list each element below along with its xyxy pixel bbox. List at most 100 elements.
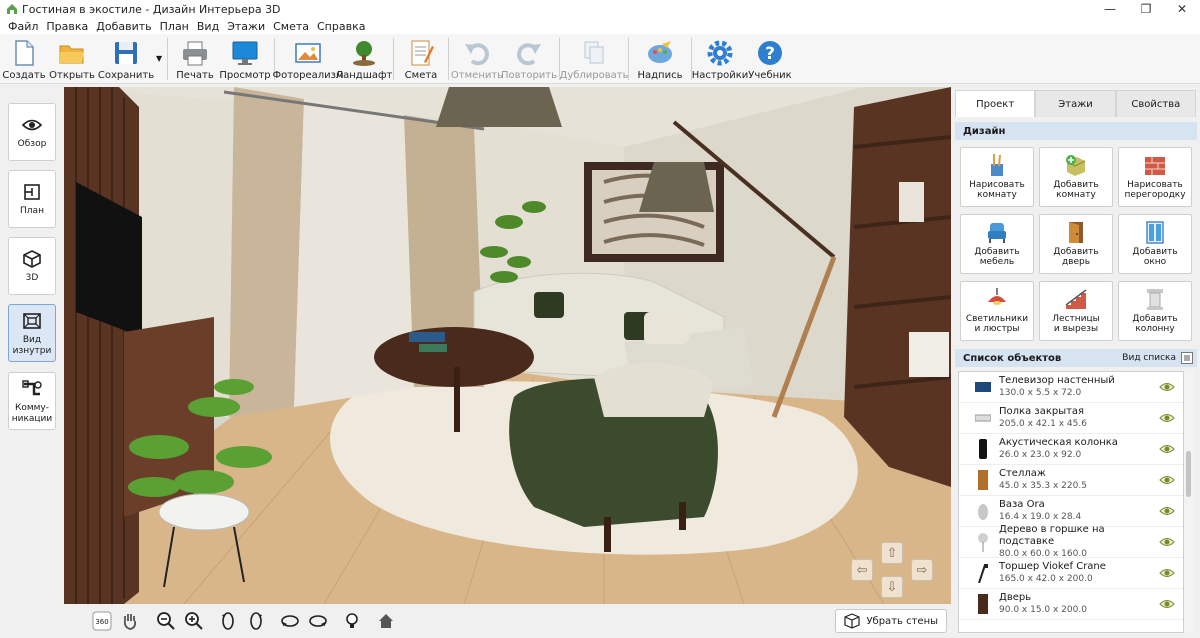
menu-bar: Файл Правка Добавить План Вид Этажи Смет… bbox=[0, 18, 1200, 34]
add-window-button[interactable]: Добавить окно bbox=[1118, 214, 1192, 274]
estimate-button[interactable]: Смета bbox=[397, 34, 445, 84]
object-list[interactable]: Телевизор настенный 130.0 x 5.5 x 72.0 По… bbox=[958, 371, 1184, 633]
stairs-icon bbox=[1065, 289, 1087, 309]
plan-button[interactable]: План bbox=[8, 170, 56, 228]
menu-edit[interactable]: Правка bbox=[42, 20, 92, 33]
visibility-eye-icon[interactable] bbox=[1159, 412, 1175, 424]
nav-right-icon[interactable]: ⇨ bbox=[911, 559, 933, 581]
object-list-scrollbar[interactable] bbox=[1184, 371, 1194, 633]
books bbox=[409, 332, 445, 342]
hand-icon bbox=[123, 614, 137, 630]
menu-file[interactable]: Файл bbox=[4, 20, 42, 33]
new-document-icon bbox=[15, 40, 34, 66]
books bbox=[419, 344, 447, 352]
window-icon bbox=[1146, 221, 1164, 244]
duplicate-button[interactable]: Дублировать bbox=[560, 34, 629, 84]
print-button[interactable]: Печать bbox=[171, 34, 219, 84]
menu-add[interactable]: Добавить bbox=[92, 20, 155, 33]
list-item[interactable]: Стеллаж 45.0 x 35.3 x 220.5 bbox=[959, 465, 1183, 496]
3d-viewport[interactable]: ⇧ ⇦ ⇨ ⇩ bbox=[64, 87, 951, 604]
3d-view-button[interactable]: 3D bbox=[8, 237, 56, 295]
shelf-books bbox=[909, 332, 949, 377]
rack-thumbnail-icon bbox=[975, 469, 991, 491]
visibility-eye-icon[interactable] bbox=[1159, 474, 1175, 486]
zoom-out-button[interactable] bbox=[154, 609, 178, 633]
tilt-down-button[interactable] bbox=[306, 609, 330, 633]
app-logo-icon bbox=[7, 4, 17, 14]
preview-button[interactable]: Просмотр bbox=[219, 34, 271, 84]
scrollbar-thumb[interactable] bbox=[1186, 451, 1191, 497]
draw-room-button[interactable]: Нарисовать комнату bbox=[960, 147, 1034, 207]
door-thumbnail-icon bbox=[975, 593, 991, 615]
zoom-in-button[interactable] bbox=[182, 609, 206, 633]
list-item[interactable]: Телевизор настенный 130.0 x 5.5 x 72.0 bbox=[959, 372, 1183, 403]
settings-button[interactable]: Настройки bbox=[692, 34, 748, 84]
title-bar: Гостиная в экостиле - Дизайн Интерьера 3… bbox=[0, 0, 1200, 18]
save-button[interactable]: Сохранить bbox=[96, 34, 156, 84]
visibility-eye-icon[interactable] bbox=[1159, 567, 1175, 579]
tutorial-button[interactable]: ? Учебник bbox=[745, 34, 795, 84]
home-view-button[interactable] bbox=[374, 609, 398, 633]
add-room-button[interactable]: Добавить комнату bbox=[1039, 147, 1113, 207]
list-item[interactable]: Полка закрытая 205.0 x 42.1 x 45.6 bbox=[959, 403, 1183, 434]
redo-button[interactable]: Повторить bbox=[501, 34, 557, 84]
brushes-icon bbox=[991, 154, 1003, 176]
open-button[interactable]: Открыть bbox=[48, 34, 96, 84]
rotate-left-button[interactable] bbox=[216, 609, 240, 633]
nav-up-icon[interactable]: ⇧ bbox=[881, 542, 903, 564]
visibility-eye-icon[interactable] bbox=[1159, 505, 1175, 517]
menu-estimate[interactable]: Смета bbox=[269, 20, 313, 33]
zoom-out-icon bbox=[157, 612, 175, 630]
landscape-button[interactable]: Ландшафт bbox=[336, 34, 392, 84]
close-icon[interactable]: ✕ bbox=[1164, 0, 1200, 18]
right-panel: Проект Этажи Свойства Дизайн Нарисовать к… bbox=[952, 85, 1200, 638]
add-door-button[interactable]: Добавить дверь bbox=[1039, 214, 1113, 274]
plant-pot bbox=[158, 493, 250, 531]
inside-view-button[interactable]: Вид изнутри bbox=[8, 304, 56, 362]
visibility-eye-icon[interactable] bbox=[1159, 381, 1175, 393]
rotate-right-button[interactable] bbox=[244, 609, 268, 633]
floor-plan-icon bbox=[24, 184, 40, 200]
utilities-button[interactable]: Комму-никации bbox=[8, 372, 56, 430]
rotate-360-button[interactable]: 360 bbox=[90, 609, 114, 633]
list-item[interactable]: Ваза Ora 16.4 x 19.0 x 28.4 bbox=[959, 496, 1183, 527]
add-lights-button[interactable]: Светильники и люстры bbox=[960, 281, 1034, 341]
list-item[interactable]: Дерево в горшке на подставке 80.0 x 60.0 … bbox=[959, 524, 1183, 559]
photorealism-button[interactable]: Фотореализм bbox=[272, 34, 344, 84]
menu-plan[interactable]: План bbox=[156, 20, 193, 33]
list-item[interactable]: Торшер Viokef Crane 165.0 x 42.0 x 200.0 bbox=[959, 558, 1183, 589]
visibility-eye-icon[interactable] bbox=[1159, 443, 1175, 455]
monitor-icon bbox=[232, 41, 258, 65]
minimize-icon[interactable]: — bbox=[1092, 0, 1128, 18]
tab-project[interactable]: Проект bbox=[955, 90, 1036, 117]
nav-left-icon[interactable]: ⇦ bbox=[851, 559, 873, 581]
undo-button[interactable]: Отменить bbox=[451, 34, 503, 84]
room-scene[interactable] bbox=[64, 87, 951, 604]
list-item[interactable]: Дверь 90.0 x 15.0 x 200.0 bbox=[959, 589, 1183, 620]
gear-icon bbox=[707, 40, 733, 66]
add-column-button[interactable]: Добавить колонну bbox=[1118, 281, 1192, 341]
draw-partition-button[interactable]: Нарисовать перегородку bbox=[1118, 147, 1192, 207]
tilt-up-button[interactable] bbox=[278, 609, 302, 633]
create-button[interactable]: Создать bbox=[0, 34, 48, 84]
tab-floors[interactable]: Этажи bbox=[1035, 90, 1116, 117]
add-furniture-button[interactable]: Добавить мебель bbox=[960, 214, 1034, 274]
visibility-eye-icon[interactable] bbox=[1159, 598, 1175, 610]
menu-floors[interactable]: Этажи bbox=[223, 20, 269, 33]
add-stairs-button[interactable]: Лестницы и вырезы bbox=[1039, 281, 1113, 341]
nav-down-icon[interactable]: ⇩ bbox=[881, 576, 903, 598]
list-item[interactable]: Акустическая колонка 26.0 x 23.0 x 92.0 bbox=[959, 434, 1183, 465]
overview-button[interactable]: Обзор bbox=[8, 103, 56, 161]
lighting-button[interactable] bbox=[340, 609, 364, 633]
room-interior-icon bbox=[23, 312, 41, 329]
menu-help[interactable]: Справка bbox=[313, 20, 369, 33]
visibility-eye-icon[interactable] bbox=[1159, 536, 1175, 548]
tab-properties[interactable]: Свойства bbox=[1115, 90, 1196, 117]
restore-icon[interactable]: ❐ bbox=[1128, 0, 1164, 18]
remove-walls-button[interactable]: Убрать стены bbox=[835, 609, 947, 633]
caption-button[interactable]: Надпись bbox=[632, 34, 688, 84]
list-view-toggle[interactable]: Вид списка bbox=[1122, 352, 1193, 364]
save-dropdown-icon[interactable]: ▼ bbox=[156, 34, 164, 63]
menu-view[interactable]: Вид bbox=[193, 20, 223, 33]
pan-button[interactable] bbox=[118, 609, 142, 633]
